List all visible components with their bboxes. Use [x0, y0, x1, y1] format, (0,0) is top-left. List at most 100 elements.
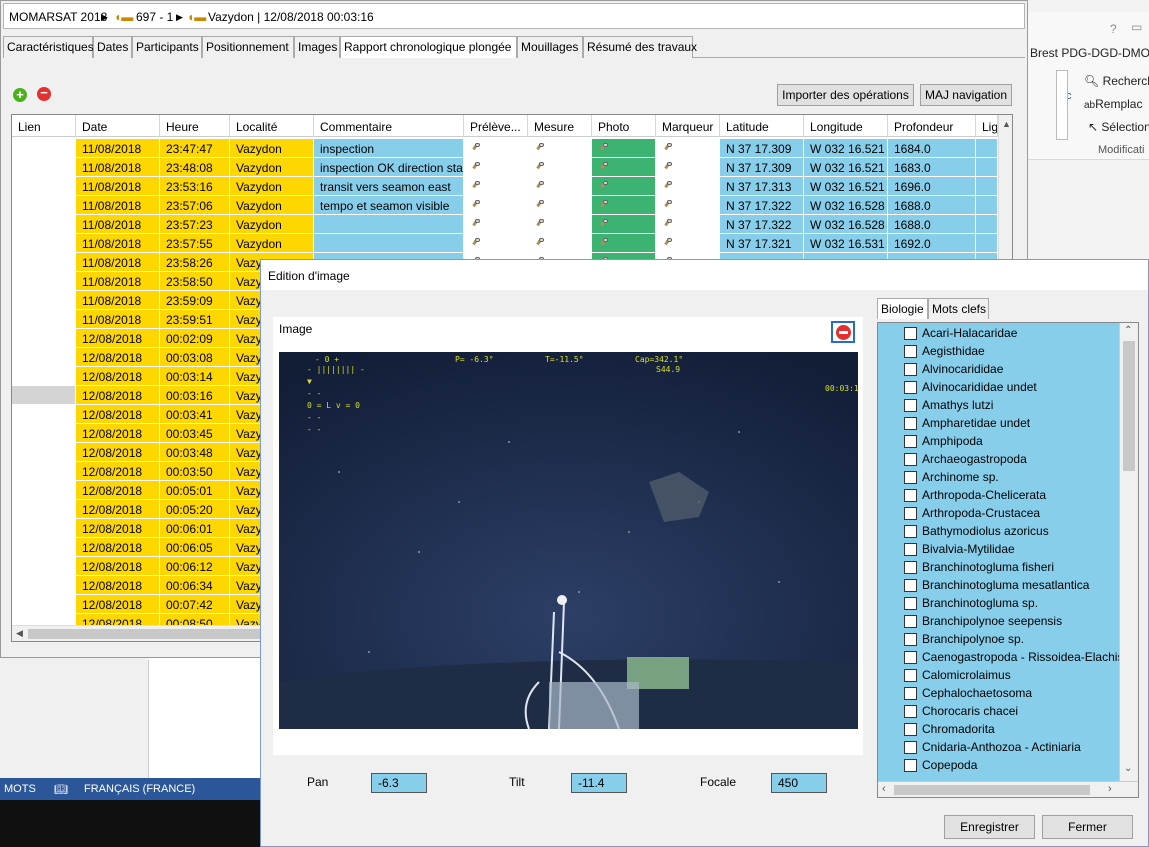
species-checkbox[interactable] — [904, 471, 917, 484]
col-latitude-cell[interactable]: N 37 17.322 — [720, 215, 804, 234]
wrench-icon[interactable] — [662, 142, 672, 153]
select-button[interactable]: ↖ Sélection — [1088, 120, 1149, 134]
species-checkbox[interactable] — [904, 525, 917, 538]
table-row[interactable]: 11/08/2018 23:57:55 Vazydon N 37 17.321 W 03… — [12, 234, 998, 253]
plus-icon[interactable]: + — [13, 88, 27, 102]
tab-dates[interactable]: Dates — [93, 36, 132, 58]
col-lien-cell[interactable] — [12, 291, 76, 310]
table-row[interactable]: 11/08/2018 23:48:08 Vazydon inspection OK d… — [12, 158, 998, 177]
col-lien-cell[interactable] — [12, 348, 76, 367]
wrench-icon[interactable] — [534, 180, 544, 191]
col-longitude-cell[interactable]: W 032 16.528 — [804, 215, 888, 234]
pan-field[interactable]: -6.3 — [371, 773, 427, 793]
col-date-cell[interactable]: 12/08/2018 — [76, 329, 160, 348]
tab-resume-travaux[interactable]: Résumé des travaux — [583, 36, 697, 58]
chevron-up-icon[interactable]: ⌃ — [1124, 325, 1132, 336]
col-ligne-cell[interactable] — [976, 139, 998, 158]
col-heure-cell[interactable]: 00:03:41 — [160, 405, 230, 424]
species-vertical-scrollbar[interactable]: ⌃ ⌄ — [1119, 323, 1138, 781]
col-lien-cell[interactable] — [12, 215, 76, 234]
col-lien-cell[interactable] — [12, 272, 76, 291]
species-checkbox[interactable] — [904, 543, 917, 556]
col-heure-cell[interactable]: 00:03:08 — [160, 348, 230, 367]
species-item[interactable]: Branchipolynoe seepensis — [878, 612, 1118, 630]
col-date-cell[interactable]: 12/08/2018 — [76, 386, 160, 405]
wrench-icon[interactable] — [598, 218, 608, 229]
col-commentaire-cell[interactable]: inspection OK direction sta — [314, 158, 464, 177]
col-date-cell[interactable]: 12/08/2018 — [76, 595, 160, 614]
species-checkbox[interactable] — [904, 651, 917, 664]
wrench-icon[interactable] — [598, 199, 608, 210]
species-checkbox[interactable] — [904, 597, 917, 610]
col-ligne-cell[interactable] — [976, 196, 998, 215]
col-heure-cell[interactable]: 00:03:50 — [160, 462, 230, 481]
species-checkbox[interactable] — [904, 507, 917, 520]
col-date-cell[interactable]: 11/08/2018 — [76, 291, 160, 310]
wrench-icon[interactable] — [470, 199, 480, 210]
col-lien-cell[interactable] — [12, 595, 76, 614]
col-longitude-cell[interactable]: W 032 16.521 — [804, 139, 888, 158]
col-date-cell[interactable]: 12/08/2018 — [76, 443, 160, 462]
proofing-icon[interactable]: 📖︎ — [54, 783, 68, 796]
species-checkbox[interactable] — [904, 741, 917, 754]
col-localite-cell[interactable]: Vazydon — [230, 234, 314, 253]
col-lien-cell[interactable] — [12, 329, 76, 348]
col-commentaire-cell[interactable]: tempo et seamon visible — [314, 196, 464, 215]
species-checkbox[interactable] — [904, 381, 917, 394]
col-longitude-cell[interactable]: W 032 16.531 — [804, 234, 888, 253]
tilt-field[interactable]: -11.4 — [571, 773, 627, 793]
col-heure-cell[interactable]: 23:48:08 — [160, 158, 230, 177]
tab-rapport-chronologique[interactable]: Rapport chronologique plongée — [340, 36, 517, 59]
species-checkbox[interactable] — [904, 399, 917, 412]
col-ligne-cell[interactable] — [976, 177, 998, 196]
col-marqueur-header[interactable]: Marqueur — [656, 115, 720, 137]
species-item[interactable]: Branchinotogluma mesatlantica — [878, 576, 1118, 594]
col-date-cell[interactable]: 12/08/2018 — [76, 519, 160, 538]
col-heure-cell[interactable]: 00:05:01 — [160, 481, 230, 500]
wrench-icon[interactable] — [470, 237, 480, 248]
col-lien-header[interactable]: Lien — [12, 115, 76, 137]
chevron-right-icon[interactable]: › — [1108, 783, 1112, 795]
col-longitude-cell[interactable]: W 032 16.521 — [804, 158, 888, 177]
wrench-icon[interactable] — [470, 180, 480, 191]
col-lien-cell[interactable] — [12, 481, 76, 500]
chevron-left-icon[interactable]: ◀ — [16, 628, 23, 639]
col-heure-cell[interactable]: 00:02:09 — [160, 329, 230, 348]
col-date-cell[interactable]: 11/08/2018 — [76, 196, 160, 215]
table-row[interactable]: 11/08/2018 23:57:06 Vazydon tempo et seamon… — [12, 196, 998, 215]
wrench-icon[interactable] — [662, 161, 672, 172]
col-heure-cell[interactable]: 23:58:50 — [160, 272, 230, 291]
col-localite-cell[interactable]: Vazydon — [230, 215, 314, 234]
species-checkbox[interactable] — [904, 669, 917, 682]
col-ligne-header[interactable]: Lig — [976, 115, 998, 137]
col-heure-cell[interactable]: 00:03:16 — [160, 386, 230, 405]
species-item[interactable]: Aegisthidae — [878, 342, 1118, 360]
wrench-icon[interactable] — [662, 237, 672, 248]
col-profondeur-cell[interactable]: 1696.0 — [888, 177, 976, 196]
col-date-cell[interactable]: 11/08/2018 — [76, 253, 160, 272]
focal-field[interactable]: 450 — [771, 773, 827, 793]
species-item[interactable]: Chorocaris chacei — [878, 702, 1118, 720]
breadcrumb-campaign[interactable]: MOMARSAT 2018 — [9, 10, 107, 24]
col-heure-header[interactable]: Heure — [160, 115, 230, 137]
species-horizontal-scrollbar[interactable]: ‹ › — [878, 781, 1138, 797]
col-heure-cell[interactable]: 23:57:55 — [160, 234, 230, 253]
chevron-down-icon[interactable]: ⌄ — [1124, 763, 1132, 774]
col-profondeur-cell[interactable]: 1692.0 — [888, 234, 976, 253]
col-date-cell[interactable]: 11/08/2018 — [76, 272, 160, 291]
col-localite-cell[interactable]: Vazydon — [230, 158, 314, 177]
col-ligne-cell[interactable] — [976, 215, 998, 234]
breadcrumb-dive[interactable]: 697 - 1 — [136, 10, 173, 24]
col-profondeur-header[interactable]: Profondeur — [888, 115, 976, 137]
save-button[interactable]: Enregistrer — [944, 815, 1035, 839]
col-date-cell[interactable]: 12/08/2018 — [76, 576, 160, 595]
tab-participants[interactable]: Participants — [132, 36, 202, 58]
col-profondeur-cell[interactable]: 1683.0 — [888, 158, 976, 177]
col-lien-cell[interactable] — [12, 538, 76, 557]
col-localite-cell[interactable]: Vazydon — [230, 196, 314, 215]
species-item[interactable]: Bivalvia-Mytilidae — [878, 540, 1118, 558]
wrench-icon[interactable] — [598, 180, 608, 191]
wrench-icon[interactable] — [598, 161, 608, 172]
species-item[interactable]: Acari-Halacaridae — [878, 324, 1118, 342]
col-date-cell[interactable]: 11/08/2018 — [76, 310, 160, 329]
